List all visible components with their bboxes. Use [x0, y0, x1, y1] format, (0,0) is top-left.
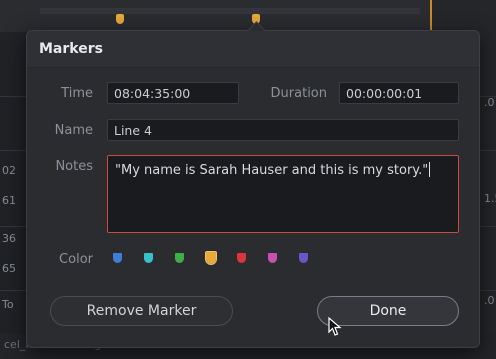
- time-label: Time: [61, 86, 93, 101]
- timeline-ruler: [0, 0, 496, 32]
- dialog-title: Markers: [39, 41, 103, 57]
- ruler-stripe: [40, 8, 420, 14]
- duration-field[interactable]: 00:00:00:01: [339, 82, 459, 104]
- bg-left-number: 36: [2, 232, 16, 245]
- remove-marker-button[interactable]: Remove Marker: [50, 296, 233, 326]
- color-swatch-red[interactable]: [237, 253, 246, 263]
- bg-right-number: 1.5: [484, 192, 496, 205]
- color-swatch-blue[interactable]: [113, 253, 122, 263]
- color-swatch-green[interactable]: [175, 253, 184, 263]
- color-swatch-cyan[interactable]: [144, 253, 153, 263]
- color-swatch-purple[interactable]: [299, 253, 308, 263]
- timeline-marker-icon[interactable]: [116, 14, 124, 24]
- mouse-cursor-icon: [328, 317, 342, 336]
- bg-right-number: .0: [484, 294, 495, 307]
- bg-left-number: 61: [2, 194, 16, 207]
- duration-label: Duration: [270, 86, 327, 101]
- notes-textarea[interactable]: "My name is Sarah Hauser and this is my …: [107, 155, 459, 233]
- text-caret: [429, 162, 431, 177]
- name-label: Name: [54, 123, 93, 138]
- color-swatch-yellow[interactable]: [205, 251, 217, 265]
- bg-left-number: 02: [2, 164, 16, 177]
- bg-left-number: 65: [2, 262, 16, 275]
- color-label: Color: [59, 252, 93, 267]
- time-field[interactable]: 08:04:35:00: [107, 82, 239, 104]
- bg-left-number: To: [2, 298, 14, 311]
- color-swatch-pink[interactable]: [268, 253, 277, 263]
- notes-label: Notes: [55, 159, 93, 174]
- markers-dialog: Markers Time 08:04:35:00 Duration 00:00:…: [26, 21, 480, 348]
- notes-text: "My name is Sarah Hauser and this is my …: [115, 163, 429, 178]
- bg-right-number: .0: [484, 96, 495, 109]
- name-field[interactable]: Line 4: [107, 119, 459, 141]
